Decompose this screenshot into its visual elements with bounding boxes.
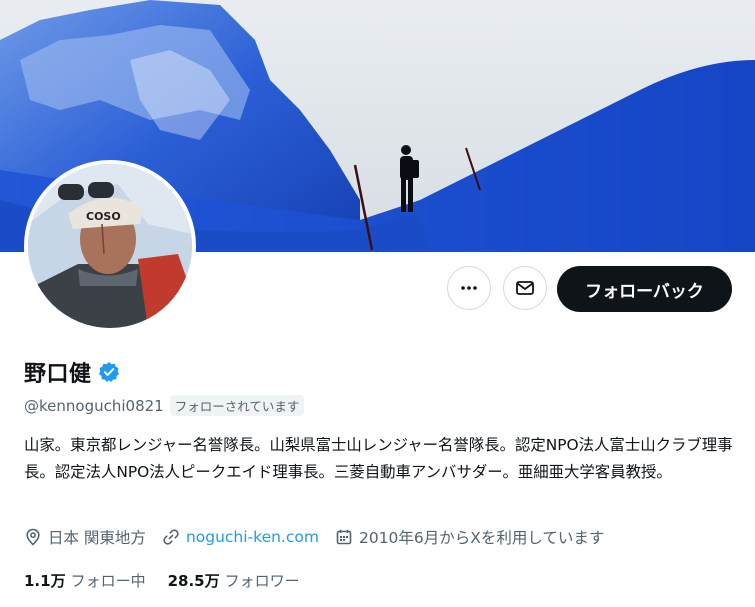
following-count: 1.1万 <box>24 572 66 590</box>
profile-avatar[interactable]: COSO <box>24 160 196 332</box>
follows-you-badge: フォローされています <box>169 395 305 416</box>
following-link[interactable]: 1.1万 フォロー中 <box>24 570 146 591</box>
avatar-cap-text: COSO <box>86 210 121 223</box>
profile-name: 野口健 <box>24 362 92 387</box>
ellipsis-icon <box>459 278 479 298</box>
profile-bio: 山家。東京都レンジャー名誉隊長。山梨県富士山レンジャー名誉隊長。認定NPO法人富… <box>24 436 733 481</box>
follow-back-button[interactable]: フォローバック <box>557 266 732 312</box>
handle-row: @kennoguchi0821 フォローされています <box>24 395 305 416</box>
following-label: フォロー中 <box>70 572 146 590</box>
website-link[interactable]: noguchi-ken.com <box>186 528 319 546</box>
website-item: noguchi-ken.com <box>162 528 319 546</box>
verified-badge-icon[interactable] <box>98 361 120 383</box>
followers-link[interactable]: 28.5万 フォロワー <box>168 570 300 591</box>
more-options-button[interactable] <box>447 266 491 310</box>
location-text: 日本 関東地方 <box>48 529 146 547</box>
joined-item: 2010年6月からXを利用しています <box>335 526 604 548</box>
followers-label: フォロワー <box>224 572 300 590</box>
profile-handle: @kennoguchi0821 <box>24 396 164 415</box>
followers-count: 28.5万 <box>167 572 220 590</box>
profile-meta: 日本 関東地方 noguchi-ken.com 2010年6月からXを利用してい… <box>24 526 620 548</box>
profile-stats: 1.1万 フォロー中 28.5万 フォロワー <box>24 570 322 591</box>
avatar-image: COSO <box>28 164 192 328</box>
location-pin-icon <box>24 528 42 546</box>
joined-text: 2010年6月からXを利用しています <box>358 529 605 547</box>
envelope-icon <box>515 278 535 298</box>
profile-name-row: 野口健 <box>24 356 120 388</box>
location-item: 日本 関東地方 <box>24 526 146 548</box>
message-button[interactable] <box>503 266 547 310</box>
link-icon <box>162 528 180 546</box>
calendar-icon <box>335 528 353 546</box>
